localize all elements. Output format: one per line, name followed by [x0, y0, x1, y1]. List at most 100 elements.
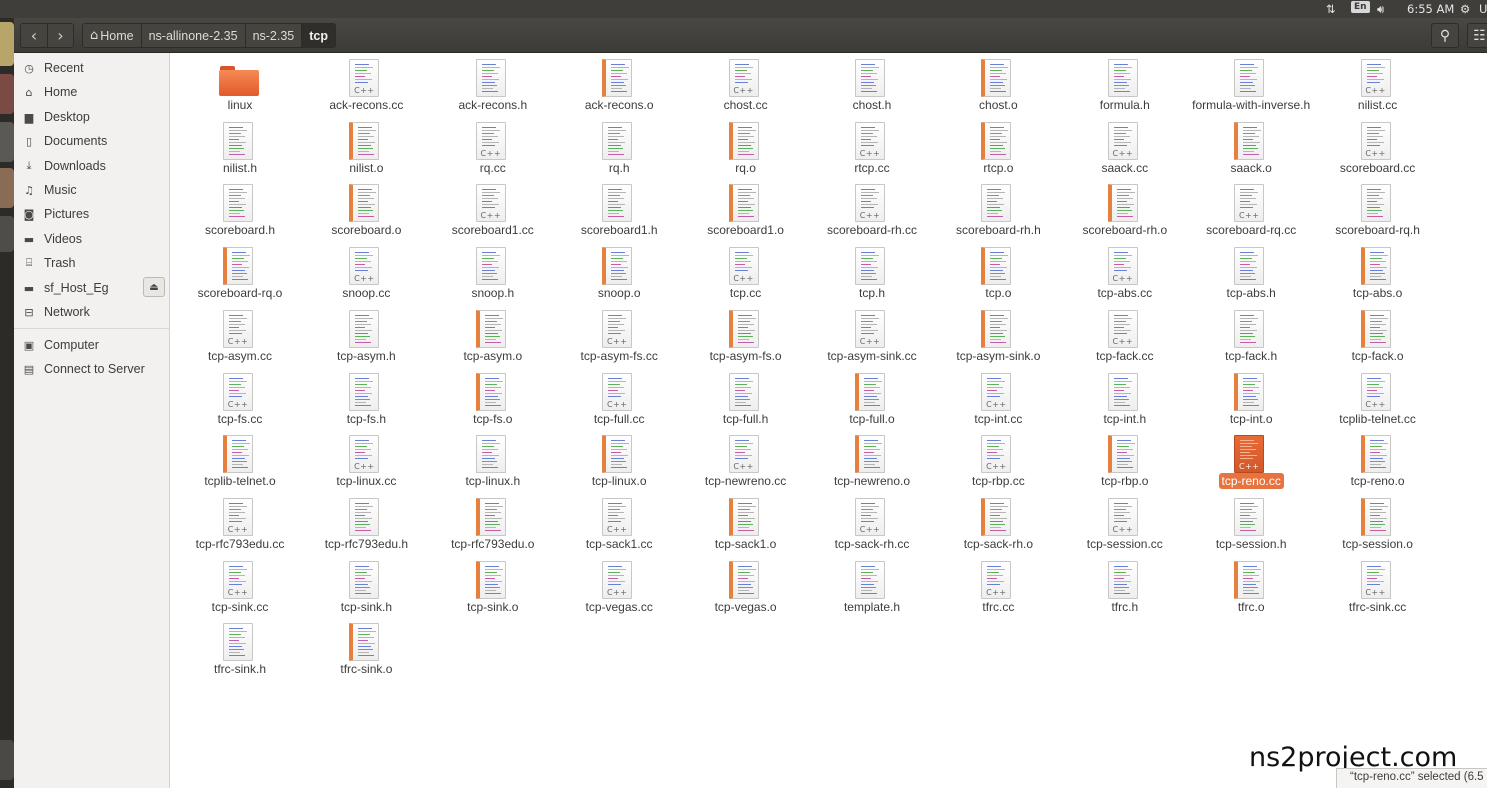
file-item[interactable]: C++ tcp-sack-rh.cc [812, 492, 932, 554]
file-item[interactable]: C++ tcp-reno.cc [1191, 429, 1311, 491]
file-item[interactable]: tfrc.o [1191, 555, 1311, 617]
launcher-trash-button[interactable] [0, 740, 14, 780]
sidebar-item-trash[interactable]: ⌸ Trash [14, 252, 170, 274]
sidebar-item-pictures[interactable]: ◙ Pictures [14, 203, 170, 225]
file-item[interactable]: scoreboard1.o [686, 178, 806, 240]
breadcrumb-tcp[interactable]: tcp [301, 24, 336, 47]
file-item[interactable]: tcplib-telnet.o [180, 429, 300, 491]
file-item[interactable]: tcp-int.h [1065, 367, 1185, 429]
file-item[interactable]: tcp-fs.o [433, 367, 553, 429]
sidebar-item-desktop[interactable]: ▆ Desktop [14, 106, 170, 128]
gear-icon[interactable]: ⚙ [1460, 2, 1470, 16]
file-item[interactable]: C++ tcp-sack1.cc [559, 492, 679, 554]
file-item[interactable]: ack-recons.o [559, 53, 679, 115]
file-item[interactable]: tcp.h [812, 241, 932, 303]
file-item[interactable]: scoreboard.o [306, 178, 426, 240]
file-item[interactable]: chost.o [938, 53, 1058, 115]
file-item[interactable]: formula.h [1065, 53, 1185, 115]
file-item[interactable]: tcp-asym-sink.o [938, 304, 1058, 366]
list-view-icon[interactable]: ☷ [1467, 23, 1487, 48]
file-item[interactable]: C++ tfrc.cc [938, 555, 1058, 617]
sidebar-item-recent[interactable]: ◷ Recent [14, 57, 170, 79]
file-item[interactable]: tcp-fack.o [1318, 304, 1438, 366]
volume-icon[interactable]: 🔊︎ [1377, 2, 1384, 17]
file-item[interactable]: C++ saack.cc [1065, 116, 1185, 178]
chevron-left-icon[interactable]: ‹ [21, 24, 47, 47]
file-item[interactable]: C++ tcp-asym-fs.cc [559, 304, 679, 366]
file-icon-view[interactable]: linux C++ ack-recons.cc ack-recons.h ack-rec… [171, 53, 1487, 788]
file-item[interactable]: C++ scoreboard-rq.cc [1191, 178, 1311, 240]
file-item[interactable]: C++ tcp.cc [686, 241, 806, 303]
file-item[interactable]: tcp-sack-rh.o [938, 492, 1058, 554]
sidebar-item-downloads[interactable]: ⤓ Downloads [14, 155, 170, 177]
search-icon[interactable]: ⚲ [1431, 23, 1459, 48]
file-item[interactable]: tcp-fack.h [1191, 304, 1311, 366]
file-item[interactable]: template.h [812, 555, 932, 617]
file-item[interactable]: tfrc-sink.o [306, 617, 426, 679]
file-item[interactable]: chost.h [812, 53, 932, 115]
file-item[interactable]: C++ tcp-asym.cc [180, 304, 300, 366]
file-item[interactable]: tcp-asym.o [433, 304, 553, 366]
sidebar-item-music[interactable]: ♫ Music [14, 179, 170, 201]
file-item[interactable]: C++ tcp-int.cc [938, 367, 1058, 429]
file-item[interactable]: tcp-linux.h [433, 429, 553, 491]
launcher-app-button[interactable] [0, 74, 14, 114]
file-item[interactable]: tcp-newreno.o [812, 429, 932, 491]
file-item[interactable]: C++ rtcp.cc [812, 116, 932, 178]
file-item[interactable]: scoreboard-rh.h [938, 178, 1058, 240]
file-item[interactable]: tcp-rfc793edu.h [306, 492, 426, 554]
file-item[interactable]: tcp-linux.o [559, 429, 679, 491]
file-item[interactable]: C++ tcp-rfc793edu.cc [180, 492, 300, 554]
file-item[interactable]: tcp-abs.h [1191, 241, 1311, 303]
file-item[interactable]: C++ nilist.cc [1318, 53, 1438, 115]
file-item[interactable]: tcp-vegas.o [686, 555, 806, 617]
keyboard-layout-indicator[interactable]: En [1351, 1, 1370, 13]
file-item[interactable]: saack.o [1191, 116, 1311, 178]
file-item[interactable]: C++ tcp-sink.cc [180, 555, 300, 617]
file-item[interactable]: tcp-sack1.o [686, 492, 806, 554]
file-item[interactable]: C++ tcp-full.cc [559, 367, 679, 429]
file-item[interactable]: tcp-rfc793edu.o [433, 492, 553, 554]
file-item[interactable]: scoreboard-rq.o [180, 241, 300, 303]
file-item[interactable]: tcp-sink.o [433, 555, 553, 617]
file-item[interactable]: C++ tcp-session.cc [1065, 492, 1185, 554]
sidebar-item-connect-to-server[interactable]: ▤ Connect to Server [14, 358, 170, 380]
file-item[interactable]: C++ chost.cc [686, 53, 806, 115]
sidebar-item-documents[interactable]: ▯ Documents [14, 130, 170, 152]
file-item[interactable]: ack-recons.h [433, 53, 553, 115]
clock[interactable]: 6:55 AM [1407, 2, 1454, 16]
file-item[interactable]: rtcp.o [938, 116, 1058, 178]
file-item[interactable]: tcp-sink.h [306, 555, 426, 617]
file-item[interactable]: scoreboard.h [180, 178, 300, 240]
file-item[interactable]: tfrc.h [1065, 555, 1185, 617]
file-item[interactable]: tcp-asym.h [306, 304, 426, 366]
network-arrows-icon[interactable]: ⇅ [1326, 2, 1336, 16]
file-item[interactable]: scoreboard-rh.o [1065, 178, 1185, 240]
file-item[interactable]: nilist.h [180, 116, 300, 178]
breadcrumb-ns-allinone[interactable]: ns-allinone-2.35 [140, 24, 245, 47]
launcher-files-button[interactable] [0, 122, 14, 162]
file-item[interactable]: C++ tcp-abs.cc [1065, 241, 1185, 303]
file-item[interactable]: tfrc-sink.h [180, 617, 300, 679]
file-item[interactable]: snoop.h [433, 241, 553, 303]
file-item[interactable]: C++ tcp-newreno.cc [686, 429, 806, 491]
file-item[interactable]: C++ tcp-fack.cc [1065, 304, 1185, 366]
file-item[interactable]: C++ scoreboard.cc [1318, 116, 1438, 178]
file-item[interactable]: C++ tcp-linux.cc [306, 429, 426, 491]
file-item[interactable]: tcp-asym-fs.o [686, 304, 806, 366]
file-item[interactable]: linux [180, 53, 300, 115]
file-item[interactable]: tcp-session.h [1191, 492, 1311, 554]
file-item[interactable]: C++ tcp-asym-sink.cc [812, 304, 932, 366]
file-item[interactable]: tcp-reno.o [1318, 429, 1438, 491]
file-item[interactable]: tcp.o [938, 241, 1058, 303]
file-item[interactable]: tcp-full.o [812, 367, 932, 429]
file-item[interactable]: C++ scoreboard1.cc [433, 178, 553, 240]
launcher-app-button[interactable] [0, 168, 14, 208]
launcher-dash-button[interactable] [0, 22, 14, 66]
file-item[interactable]: C++ rq.cc [433, 116, 553, 178]
file-item[interactable]: nilist.o [306, 116, 426, 178]
file-item[interactable]: tcp-full.h [686, 367, 806, 429]
eject-icon[interactable]: ⏏ [143, 277, 165, 297]
file-item[interactable]: tcp-rbp.o [1065, 429, 1185, 491]
launcher-app-button[interactable] [0, 216, 14, 252]
